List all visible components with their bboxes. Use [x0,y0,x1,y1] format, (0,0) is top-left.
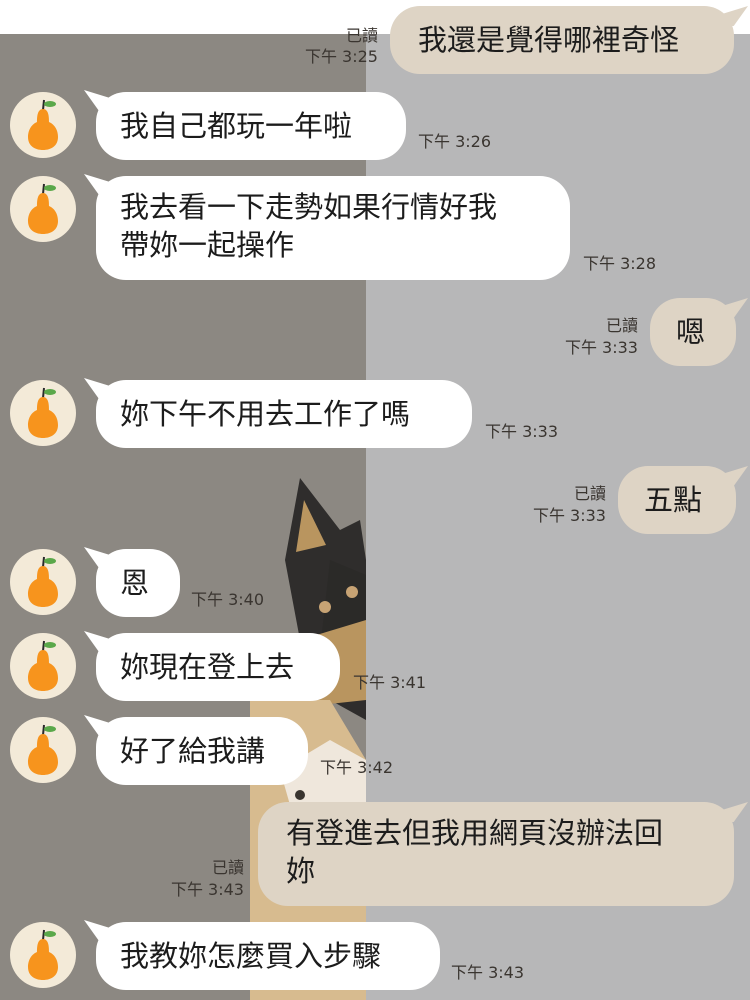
message-time: 下午 3:42 [320,758,394,777]
contact-avatar[interactable] [10,176,76,242]
pear-icon [28,99,58,150]
message-time: 下午 3:43 [451,963,525,982]
message-time: 下午 3:40 [191,590,265,609]
contact-avatar[interactable] [10,549,76,615]
message-time: 下午 3:25 [304,47,378,66]
message-bubble[interactable]: 五點 [618,466,736,534]
contact-avatar[interactable] [10,922,76,988]
message-time: 下午 3:43 [170,880,244,899]
message-line: 我去看一下走勢如果行情好我 [120,190,498,224]
pear-icon [28,183,58,234]
message-bubble[interactable]: 我教妳怎麼買入步驟 [96,922,440,990]
message-line: 妳 [286,854,316,888]
contact-avatar[interactable] [10,717,76,783]
read-receipt: 已讀 [211,858,244,877]
message-bubble[interactable]: 我去看一下走勢如果行情好我 帶妳一起操作 [96,176,570,280]
read-receipt: 已讀 [605,316,638,335]
read-receipt: 已讀 [345,26,378,45]
message-line: 有登進去但我用網頁沒辦法回 [286,816,664,850]
pear-icon [28,387,58,438]
read-receipt: 已讀 [573,484,606,503]
message-bubble[interactable]: 恩 [96,549,180,617]
contact-avatar[interactable] [10,380,76,446]
pear-icon [28,556,58,607]
message-time: 下午 3:28 [583,254,657,273]
message-time: 下午 3:33 [564,338,638,357]
message-bubble[interactable]: 我還是覺得哪裡奇怪 [390,6,734,74]
message-bubble[interactable]: 妳現在登上去 [96,633,340,701]
pear-icon [28,929,58,980]
pear-icon [28,724,58,775]
message-time: 下午 3:33 [532,506,606,525]
message-time: 下午 3:33 [485,422,559,441]
message-time: 下午 3:26 [418,132,492,151]
message-bubble[interactable]: 有登進去但我用網頁沒辦法回 妳 [258,802,734,906]
contact-avatar[interactable] [10,92,76,158]
message-bubble[interactable]: 我自己都玩一年啦 [96,92,406,160]
pear-icon [28,640,58,691]
message-time: 下午 3:41 [353,673,427,692]
message-bubble[interactable]: 妳下午不用去工作了嗎 [96,380,472,448]
message-line: 帶妳一起操作 [120,228,295,262]
contact-avatar[interactable] [10,633,76,699]
message-bubble[interactable]: 好了給我講 [96,717,308,785]
